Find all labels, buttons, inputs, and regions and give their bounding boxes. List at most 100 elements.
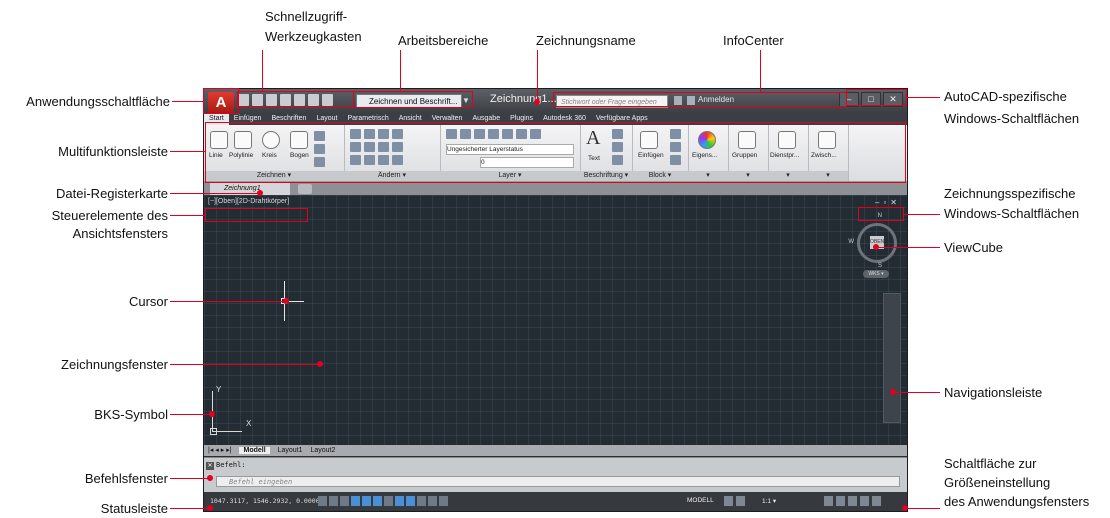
explode-icon[interactable]	[392, 142, 403, 152]
rotate-icon[interactable]	[364, 129, 375, 139]
tab-manage[interactable]: Verwalten	[427, 113, 468, 125]
attribute-icon[interactable]	[670, 155, 681, 165]
qp-icon[interactable]	[428, 496, 437, 506]
tab-apps[interactable]: Verfügbare Apps	[591, 113, 653, 125]
layout-nav-icons[interactable]: |◂ ◂ ▸ ▸|	[208, 447, 232, 454]
save-as-icon[interactable]	[280, 94, 291, 106]
mirror-icon[interactable]	[364, 142, 375, 152]
erase-icon[interactable]	[392, 129, 403, 139]
clipboard-icon[interactable]	[818, 131, 836, 149]
tab-layout1[interactable]: Layout1	[278, 447, 303, 454]
viewcube-north[interactable]: N	[878, 213, 882, 219]
tab-layout2[interactable]: Layout2	[310, 447, 335, 454]
trim-icon[interactable]	[378, 129, 389, 139]
panel-title-properties[interactable]: ▾	[688, 171, 728, 181]
group-icon[interactable]	[738, 131, 756, 149]
wcs-menu[interactable]: WKS ▾	[863, 270, 889, 278]
panel-title-layer[interactable]: Layer ▾	[440, 171, 580, 181]
stretch-icon[interactable]	[350, 155, 361, 165]
transparency-icon[interactable]	[417, 496, 426, 506]
grid-icon[interactable]	[329, 496, 338, 506]
tab-parametric[interactable]: Parametrisch	[343, 113, 394, 125]
sign-in-button[interactable]: Anmelden	[698, 95, 734, 104]
arc-icon[interactable]	[290, 131, 308, 149]
ducs-icon[interactable]	[384, 496, 393, 506]
layer-state-select[interactable]: Ungesicherter Layerstatus	[446, 144, 574, 155]
panel-title-annotation[interactable]: Beschriftung ▾	[580, 171, 632, 181]
hatch-icon[interactable]	[314, 157, 325, 167]
tab-view[interactable]: Ansicht	[394, 113, 427, 125]
drawing-window-buttons[interactable]: –▫✕	[875, 198, 901, 207]
insert-icon[interactable]	[640, 131, 658, 149]
copy-icon[interactable]	[350, 142, 361, 152]
table-icon[interactable]	[612, 155, 623, 165]
layer-icon[interactable]	[502, 129, 513, 139]
lineweight-icon[interactable]	[406, 496, 415, 506]
panel-title-utilities[interactable]: ▾	[768, 171, 808, 181]
drawing-area[interactable]: [−][Oben][2D-Drahtkörper] –▫✕ N OBEN W S…	[204, 195, 907, 445]
osnap-icon[interactable]	[362, 496, 371, 506]
viewcube-south[interactable]: S	[878, 263, 882, 269]
calculator-icon[interactable]	[778, 131, 796, 149]
color-wheel-icon[interactable]	[698, 131, 716, 149]
tab-annotate[interactable]: Beschriften	[266, 113, 311, 125]
offset-icon[interactable]	[392, 155, 403, 165]
line-icon[interactable]	[210, 131, 228, 149]
redo-icon[interactable]	[322, 94, 333, 106]
sc-icon[interactable]	[439, 496, 448, 506]
open-icon[interactable]	[252, 94, 263, 106]
layer-icon[interactable]	[460, 129, 471, 139]
panel-title-draw[interactable]: Zeichnen ▾	[204, 171, 344, 181]
close-icon[interactable]: ✕	[883, 92, 903, 107]
fillet-icon[interactable]	[378, 142, 389, 152]
layer-icon[interactable]	[488, 129, 499, 139]
tab-model[interactable]: Modell	[239, 447, 270, 454]
search-input[interactable]: Stichwort oder Frage eingeben	[556, 95, 668, 108]
application-button[interactable]: A	[208, 92, 234, 114]
new-icon[interactable]	[238, 94, 249, 106]
isolate-icon[interactable]	[860, 496, 869, 506]
viewport-controls[interactable]: [−][Oben][2D-Drahtkörper]	[208, 198, 289, 205]
otrack-icon[interactable]	[373, 496, 382, 506]
create-block-icon[interactable]	[670, 129, 681, 139]
quick-view-layouts-icon[interactable]	[724, 496, 733, 506]
polyline-icon[interactable]	[234, 131, 252, 149]
layer-icon[interactable]	[474, 129, 485, 139]
workspace-select[interactable]: Zeichnen und Beschrift...	[356, 94, 462, 108]
plot-icon[interactable]	[294, 94, 305, 106]
move-icon[interactable]	[350, 129, 361, 139]
tab-layout[interactable]: Layout	[311, 113, 342, 125]
ortho-icon[interactable]	[340, 496, 349, 506]
dimension-icon[interactable]	[612, 129, 623, 139]
user-icon[interactable]	[687, 96, 695, 105]
polar-icon[interactable]	[351, 496, 360, 506]
close-icon[interactable]: ✕	[206, 462, 214, 470]
tab-insert[interactable]: Einfügen	[229, 113, 267, 125]
maximize-icon[interactable]: □	[861, 92, 881, 107]
layer-icon[interactable]	[530, 129, 541, 139]
tab-start[interactable]: Start	[204, 113, 229, 125]
new-tab-icon[interactable]	[298, 184, 312, 194]
snap-icon[interactable]	[318, 496, 327, 506]
leader-icon[interactable]	[612, 142, 623, 152]
navigation-bar[interactable]	[883, 293, 901, 423]
ellipse-icon[interactable]	[314, 144, 325, 154]
array-icon[interactable]	[378, 155, 389, 165]
panel-title-groups[interactable]: ▾	[728, 171, 768, 181]
text-icon[interactable]: A	[586, 127, 600, 150]
chevron-down-icon[interactable]: ▼	[462, 94, 472, 108]
hardware-accel-icon[interactable]	[848, 496, 857, 506]
layer-icon[interactable]	[516, 129, 527, 139]
tab-output[interactable]: Ausgabe	[467, 113, 505, 125]
binoculars-icon[interactable]	[674, 96, 682, 105]
quick-view-drawings-icon[interactable]	[736, 496, 745, 506]
panel-title-modify[interactable]: Ändern ▾	[344, 171, 440, 181]
tab-autodesk360[interactable]: Autodesk 360	[538, 113, 591, 125]
layer-props-icon[interactable]	[446, 129, 457, 139]
command-input[interactable]: Befehl eingeben	[216, 476, 900, 487]
edit-block-icon[interactable]	[670, 142, 681, 152]
workspace-switch-icon[interactable]	[824, 496, 833, 506]
minimize-icon[interactable]: –	[839, 92, 859, 107]
panel-title-block[interactable]: Block ▾	[632, 171, 688, 181]
viewcube[interactable]: OBEN	[857, 223, 897, 263]
